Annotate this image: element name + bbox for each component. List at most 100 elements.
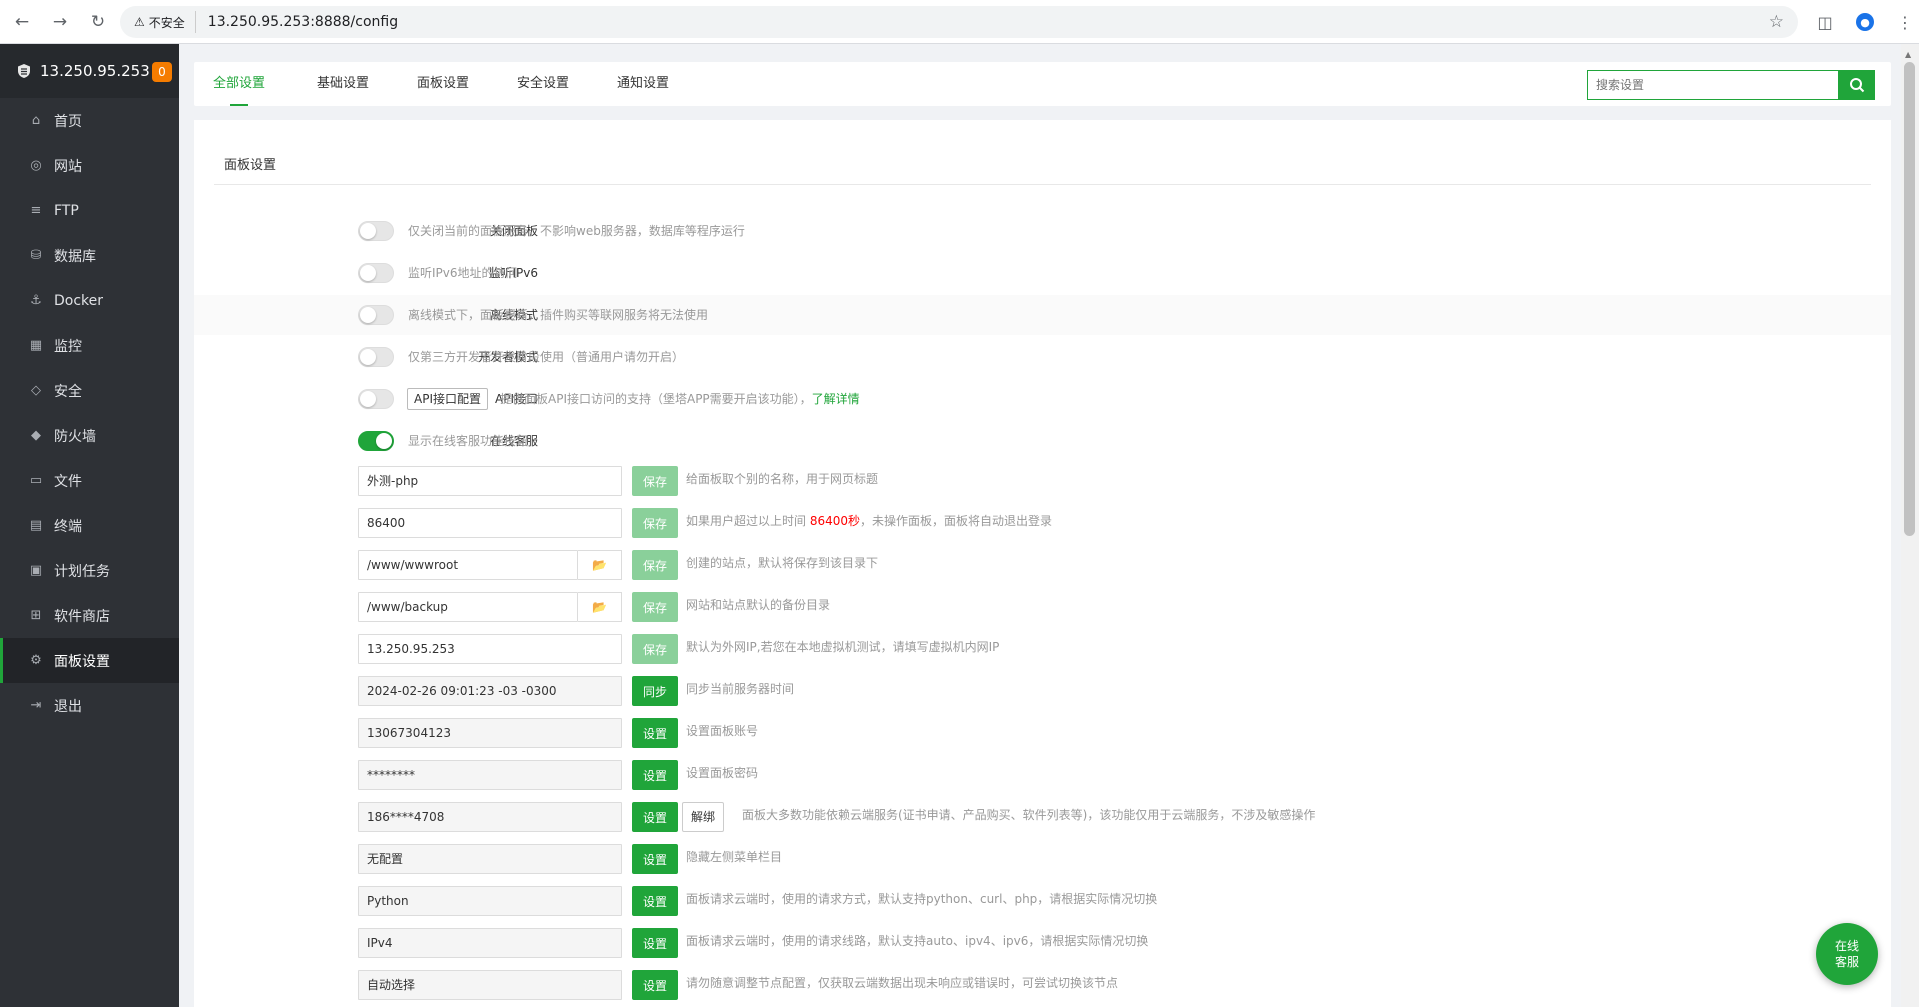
sidebar-item-8[interactable]: ▭ 文件	[0, 458, 179, 503]
tab-security-settings[interactable]: 安全设置	[517, 62, 569, 106]
sidebar-menu: ⌂ 首页 ◎ 网站 ≡ FTP ⛁ 数据库 ⚓ Docker ▦ 监控 ◇ 安全 ◆ 防火墙 ▭ 文件 ▤ 终端 ▣ 计划…	[0, 98, 179, 728]
ftp-icon: ≡	[30, 203, 42, 218]
sidebar-host: 13.250.95.253	[40, 62, 150, 80]
url-text[interactable]: 13.250.95.253:8888/config	[208, 14, 398, 30]
tab-all-settings[interactable]: 全部设置	[213, 62, 265, 106]
setting-row-offline-mode: 离线模式 离线模式下，面板更新，插件购买等联网服务将无法使用	[194, 295, 1891, 335]
set-bind-button[interactable]: 设置	[632, 802, 678, 832]
set-node-config-button[interactable]: 设置	[632, 970, 678, 1000]
set-menu-hide-button[interactable]: 设置	[632, 844, 678, 874]
scroll-up-arrow-icon[interactable]: ▲	[1905, 50, 1911, 59]
firewall-icon: ◆	[31, 428, 41, 443]
reload-icon[interactable]: ↻	[84, 8, 112, 36]
sidebar-item-0[interactable]: ⌂ 首页	[0, 98, 179, 143]
forward-arrow-icon[interactable]: →	[46, 8, 74, 36]
sidebar-item-11[interactable]: ⊞ 软件商店	[0, 593, 179, 638]
learn-more-link[interactable]: 了解详情	[812, 392, 860, 406]
setting-desc: 显示在线客服功能按钮	[408, 434, 529, 448]
sidebar-item-label: 监控	[54, 338, 82, 355]
tab-basic-settings[interactable]: 基础设置	[317, 62, 369, 106]
sync-time-button[interactable]: 同步	[632, 676, 678, 706]
tab-notify-settings[interactable]: 通知设置	[617, 62, 669, 106]
setting-row-dev-mode: 开发者模式 仅第三方开发者开发阶段使用（普通用户请勿开启）	[194, 337, 1891, 377]
setting-row-bind-account: 绑定宝塔账号 186****4708 设置 解绑 面板大多数功能依赖云端服务(证…	[194, 795, 1891, 835]
save-server-ip-button[interactable]: 保存	[632, 634, 678, 664]
sidebar-item-label: Docker	[54, 292, 104, 309]
sidebar-item-label: 安全	[54, 383, 82, 400]
settings-tabs-bar: 全部设置 基础设置 面板设置 安全设置 通知设置	[194, 62, 1891, 106]
bind-account-input: 186****4708	[358, 802, 622, 832]
set-account-button[interactable]: 设置	[632, 718, 678, 748]
sidebar-item-6[interactable]: ◇ 安全	[0, 368, 179, 413]
sidebar-item-12[interactable]: ⚙ 面板设置	[0, 638, 179, 683]
sidebar-item-9[interactable]: ▤ 终端	[0, 503, 179, 548]
save-backup-dir-button[interactable]: 保存	[632, 592, 678, 622]
database-icon: ⛁	[30, 248, 42, 263]
alias-input[interactable]: 外测-php	[358, 466, 622, 496]
folder-open-icon[interactable]: 📂	[578, 592, 622, 622]
account-input: 13067304123	[358, 718, 622, 748]
search-input[interactable]	[1587, 70, 1838, 100]
globe-icon: ◎	[30, 158, 42, 173]
sidebar-item-2[interactable]: ≡ FTP	[0, 188, 179, 233]
api-toggle[interactable]	[358, 389, 394, 409]
back-arrow-icon[interactable]: ←	[8, 8, 36, 36]
timeout-input[interactable]: 86400	[358, 508, 622, 538]
sidebar-item-3[interactable]: ⛁ 数据库	[0, 233, 179, 278]
unbind-button[interactable]: 解绑	[682, 802, 725, 832]
setting-row-online-service: 在线客服 显示在线客服功能按钮	[194, 421, 1891, 461]
sidebar-item-1[interactable]: ◎ 网站	[0, 143, 179, 188]
save-timeout-button[interactable]: 保存	[632, 508, 678, 538]
setting-row-password: 面板密码 ******** 设置 设置面板密码	[194, 753, 1891, 793]
scrollbar-thumb[interactable]	[1904, 62, 1915, 536]
search-button[interactable]	[1838, 70, 1875, 100]
sidebar-item-7[interactable]: ◆ 防火墙	[0, 413, 179, 458]
sidebar-item-label: 面板设置	[54, 653, 110, 670]
setting-desc: 仅关闭当前的面板服务，不影响web服务器，数据库等程序运行	[408, 224, 745, 238]
gear-icon: ⚙	[30, 653, 42, 668]
home-icon: ⌂	[31, 113, 41, 128]
online-service-toggle[interactable]	[358, 431, 394, 451]
site-dir-input[interactable]: /www/wwwroot	[358, 550, 578, 580]
sidebar-item-4[interactable]: ⚓ Docker	[0, 278, 179, 323]
setting-row-close-panel: 关闭面板 仅关闭当前的面板服务，不影响web服务器，数据库等程序运行	[194, 211, 1891, 251]
setting-row-account: 面板账号 13067304123 设置 设置面板账号	[194, 711, 1891, 751]
menu-kebab-icon[interactable]: ⋮	[1891, 6, 1919, 38]
setting-row-backup-dir: 默认备份目录 /www/backup 📂 保存 网站和站点默认的备份目录	[194, 585, 1891, 625]
password-input: ********	[358, 760, 622, 790]
backup-dir-input[interactable]: /www/backup	[358, 592, 578, 622]
profile-icon[interactable]: ●	[1851, 6, 1879, 38]
sidebar-item-13[interactable]: ⇥ 退出	[0, 683, 179, 728]
sidebar-item-label: 网站	[54, 158, 82, 175]
ipv6-toggle[interactable]	[358, 263, 394, 283]
folder-open-icon[interactable]: 📂	[578, 550, 622, 580]
sidebar-header: 13.250.95.253 0	[0, 44, 179, 98]
set-password-button[interactable]: 设置	[632, 760, 678, 790]
settings-panel: 面板设置 关闭面板 仅关闭当前的面板服务，不影响web服务器，数据库等程序运行 …	[194, 120, 1891, 1007]
api-config-button[interactable]: API接口配置	[407, 388, 488, 410]
monitor-icon: ▦	[29, 338, 43, 353]
set-request-method-button[interactable]: 设置	[632, 886, 678, 916]
side-panel-icon[interactable]: ◫	[1811, 6, 1839, 38]
tab-panel-settings[interactable]: 面板设置	[417, 62, 469, 106]
server-ip-input[interactable]: 13.250.95.253	[358, 634, 622, 664]
setting-desc: 面板请求云端时，使用的请求方式，默认支持python、curl、php，请根据实…	[686, 892, 1158, 906]
notification-badge[interactable]: 0	[152, 62, 172, 82]
setting-row-request-line: 面板云端请求线路 IPv4 设置 面板请求云端时，使用的请求线路，默认支持aut…	[194, 921, 1891, 961]
save-site-dir-button[interactable]: 保存	[632, 550, 678, 580]
setting-desc: 面板请求云端时，使用的请求线路，默认支持auto、ipv4、ipv6，请根据实际…	[686, 934, 1149, 948]
dev-mode-toggle[interactable]	[358, 347, 394, 367]
sidebar-item-label: 文件	[54, 473, 82, 490]
close-panel-toggle[interactable]	[358, 221, 394, 241]
online-service-button[interactable]: 在线 客服	[1816, 923, 1878, 985]
set-request-line-button[interactable]: 设置	[632, 928, 678, 958]
setting-desc: 面板大多数功能依赖云端服务(证书申请、产品购买、软件列表等)，该功能仅用于云端服…	[742, 808, 1316, 822]
bookmark-star-icon[interactable]: ☆	[1769, 12, 1784, 32]
save-alias-button[interactable]: 保存	[632, 466, 678, 496]
sidebar-item-5[interactable]: ▦ 监控	[0, 323, 179, 368]
offline-mode-toggle[interactable]	[358, 305, 394, 325]
security-indicator[interactable]: ⚠ 不安全	[130, 11, 196, 33]
setting-desc: 同步当前服务器时间	[686, 682, 795, 696]
address-bar[interactable]: ⚠ 不安全 13.250.95.253:8888/config ☆	[120, 6, 1798, 38]
sidebar-item-10[interactable]: ▣ 计划任务	[0, 548, 179, 593]
